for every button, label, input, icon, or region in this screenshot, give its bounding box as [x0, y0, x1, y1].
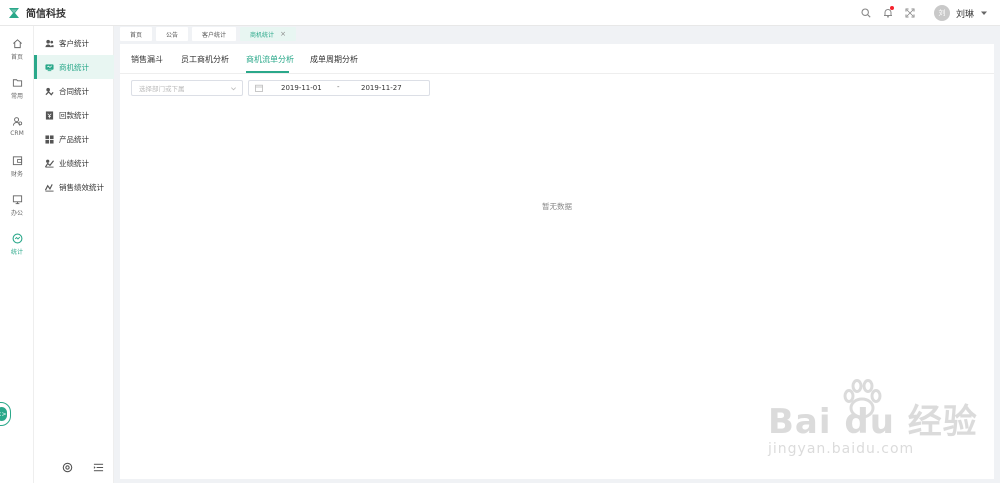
page-tabs-bar: 首页 公告 客户统计 商机统计 × [114, 26, 1000, 42]
fullscreen-button[interactable] [902, 5, 918, 21]
submenu-label: 合同统计 [59, 86, 89, 96]
search-icon [861, 8, 871, 18]
active-tab-indicator [246, 71, 289, 73]
chevron-down-icon[interactable] [980, 9, 988, 17]
date-range-picker[interactable]: 2019-11-01 - 2019-11-27 [248, 80, 430, 96]
nav-item-crm[interactable]: CRM [0, 116, 34, 137]
submenu-label: 客户统计 [59, 38, 89, 48]
submenu-item-opportunity-stats[interactable]: 商机统计 [34, 55, 114, 79]
code-icon: <> [0, 407, 7, 421]
submenu-label: 销售绩效统计 [59, 182, 104, 192]
page-tab-notice[interactable]: 公告 [156, 27, 189, 41]
customers-icon [45, 39, 54, 47]
nav-item-home[interactable]: 首页 [0, 38, 34, 61]
contract-icon [45, 87, 54, 96]
fullscreen-icon [905, 8, 915, 18]
page-tab-label: 公告 [166, 31, 179, 39]
search-button[interactable] [858, 5, 874, 21]
submenu-item-performance-stats[interactable]: 业绩统计 [34, 151, 114, 175]
secondary-nav: 客户统计 商机统计 合同统计 回款统计 产品统计 业绩统计 销售绩效统计 [34, 26, 114, 483]
username[interactable]: 刘琳 [956, 7, 974, 20]
watermark-url: jingyan.baidu.com [768, 441, 915, 457]
tab-opportunity-loss-analysis[interactable]: 商机流单分析 [246, 54, 294, 65]
department-select-placeholder: 选择部门或下属 [139, 85, 185, 93]
page-tab-customer-stats[interactable]: 客户统计 [192, 27, 237, 41]
nav-item-office[interactable]: 办公 [0, 194, 34, 217]
notification-button[interactable] [880, 5, 896, 21]
top-header: 简信科技 刘 刘琳 [0, 0, 1000, 26]
users-icon [12, 117, 22, 126]
header-actions: 刘 刘琳 [852, 0, 988, 26]
submenu-label: 回款统计 [59, 110, 89, 120]
home-icon [12, 39, 22, 49]
page-tab-label: 客户统计 [202, 31, 227, 39]
page-tab-home[interactable]: 首页 [120, 27, 153, 41]
submenu-item-payment-stats[interactable]: 回款统计 [34, 103, 114, 127]
tab-deal-cycle-analysis[interactable]: 成单周期分析 [310, 54, 358, 65]
avatar[interactable]: 刘 [933, 5, 950, 21]
page-tab-label: 首页 [130, 31, 143, 39]
collapse-menu-button[interactable] [91, 460, 105, 474]
sales-performance-icon [45, 183, 54, 192]
menu-list-icon [93, 463, 103, 471]
watermark: Bai du 经验 jingyan.baidu.com [768, 376, 978, 466]
chevron-down-icon [231, 87, 236, 91]
empty-state: 暂无数据 [542, 202, 572, 211]
tab-employee-opportunity-analysis[interactable]: 员工商机分析 [181, 54, 229, 65]
wallet-icon [12, 156, 22, 166]
settings-icon [62, 462, 72, 472]
logo[interactable]: 简信科技 [8, 5, 66, 20]
nav-item-statistics[interactable]: 统计 [0, 233, 34, 256]
date-start-value[interactable]: 2019-11-01 [281, 84, 322, 92]
nav-item-finance[interactable]: 财务 [0, 155, 34, 178]
submenu-label: 商机统计 [59, 62, 89, 72]
folder-icon [12, 79, 22, 87]
submenu-item-sales-performance-stats[interactable]: 销售绩效统计 [34, 175, 114, 199]
settings-button[interactable] [60, 460, 74, 474]
nav-label: 统计 [10, 249, 23, 256]
calendar-icon [255, 84, 263, 92]
submenu-item-contract-stats[interactable]: 合同统计 [34, 79, 114, 103]
close-icon[interactable]: × [280, 30, 286, 38]
nav-item-common[interactable]: 常用 [0, 77, 34, 100]
product-icon [45, 134, 54, 144]
watermark-logo-text: Bai du 经验 [768, 402, 978, 442]
analysis-tabs: 销售漏斗 员工商机分析 商机流单分析 成单周期分析 [120, 44, 994, 74]
notification-badge [889, 6, 894, 10]
payment-icon [45, 110, 54, 120]
chart-circle-icon [12, 233, 22, 244]
logo-mark-icon [9, 7, 19, 18]
nav-label: 常用 [10, 93, 23, 100]
page-tab-label: 商机统计 [250, 31, 275, 39]
nav-label: CRM [10, 130, 24, 137]
page-tab-opportunity-stats[interactable]: 商机统计 × [240, 27, 296, 41]
performance-icon [45, 159, 54, 168]
date-separator: - [337, 83, 340, 91]
tab-sales-funnel[interactable]: 销售漏斗 [131, 54, 163, 65]
submenu-item-product-stats[interactable]: 产品统计 [34, 127, 114, 151]
submenu-item-customer-stats[interactable]: 客户统计 [34, 31, 114, 55]
submenu-label: 产品统计 [59, 134, 89, 144]
department-select[interactable]: 选择部门或下属 [131, 80, 243, 96]
nav-label: 财务 [10, 171, 23, 178]
opportunity-icon [45, 63, 54, 71]
monitor-icon [12, 195, 22, 205]
brand-name: 简信科技 [26, 9, 66, 20]
nav-label: 首页 [10, 54, 23, 61]
nav-label: 办公 [10, 210, 23, 217]
date-end-value[interactable]: 2019-11-27 [361, 84, 402, 92]
submenu-label: 业绩统计 [59, 158, 89, 168]
